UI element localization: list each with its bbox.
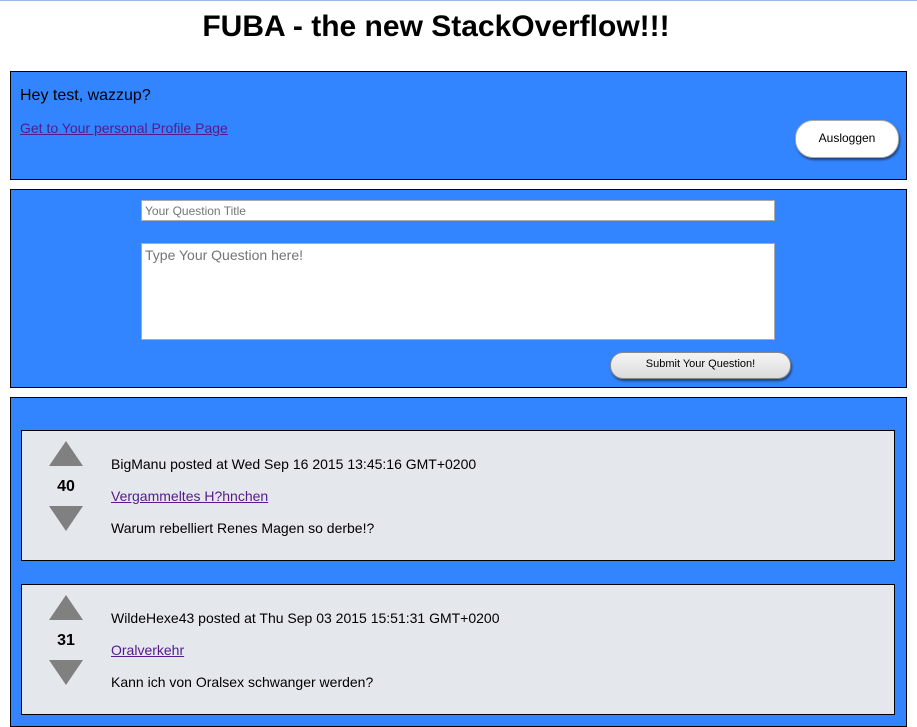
profile-link[interactable]: Get to Your personal Profile Page	[20, 120, 228, 136]
submit-question-button[interactable]: Submit Your Question!	[610, 352, 791, 379]
question-meta: WildeHexe43 posted at Thu Sep 03 2015 15…	[111, 610, 500, 626]
question-card: 31 WildeHexe43 posted at Thu Sep 03 2015…	[21, 584, 895, 715]
vote-count: 31	[57, 632, 75, 649]
question-card: 40 BigManu posted at Wed Sep 16 2015 13:…	[21, 430, 895, 561]
top-border	[0, 0, 917, 1]
questions-panel: 40 BigManu posted at Wed Sep 16 2015 13:…	[10, 397, 907, 727]
downvote-arrow-icon[interactable]	[49, 506, 83, 531]
greeting-text: Hey test, wazzup?	[20, 87, 151, 104]
logout-button[interactable]: Ausloggen	[795, 120, 899, 158]
question-body: Warum rebelliert Renes Magen so derbe!?	[111, 520, 375, 536]
vote-count: 40	[57, 478, 75, 495]
user-panel: Hey test, wazzup? Get to Your personal P…	[10, 71, 907, 180]
question-body-textarea[interactable]	[141, 243, 775, 340]
question-body: Kann ich von Oralsex schwanger werden?	[111, 674, 374, 690]
question-meta: BigManu posted at Wed Sep 16 2015 13:45:…	[111, 456, 477, 472]
question-title-link[interactable]: Oralverkehr	[111, 642, 184, 658]
downvote-arrow-icon[interactable]	[49, 660, 83, 685]
page-title: FUBA - the new StackOverflow!!!	[202, 10, 670, 43]
question-title-input[interactable]	[141, 200, 775, 221]
upvote-arrow-icon[interactable]	[49, 441, 83, 466]
question-title-link[interactable]: Vergammeltes H?hnchen	[111, 488, 268, 504]
ask-question-panel: Submit Your Question!	[10, 189, 907, 388]
upvote-arrow-icon[interactable]	[49, 595, 83, 620]
